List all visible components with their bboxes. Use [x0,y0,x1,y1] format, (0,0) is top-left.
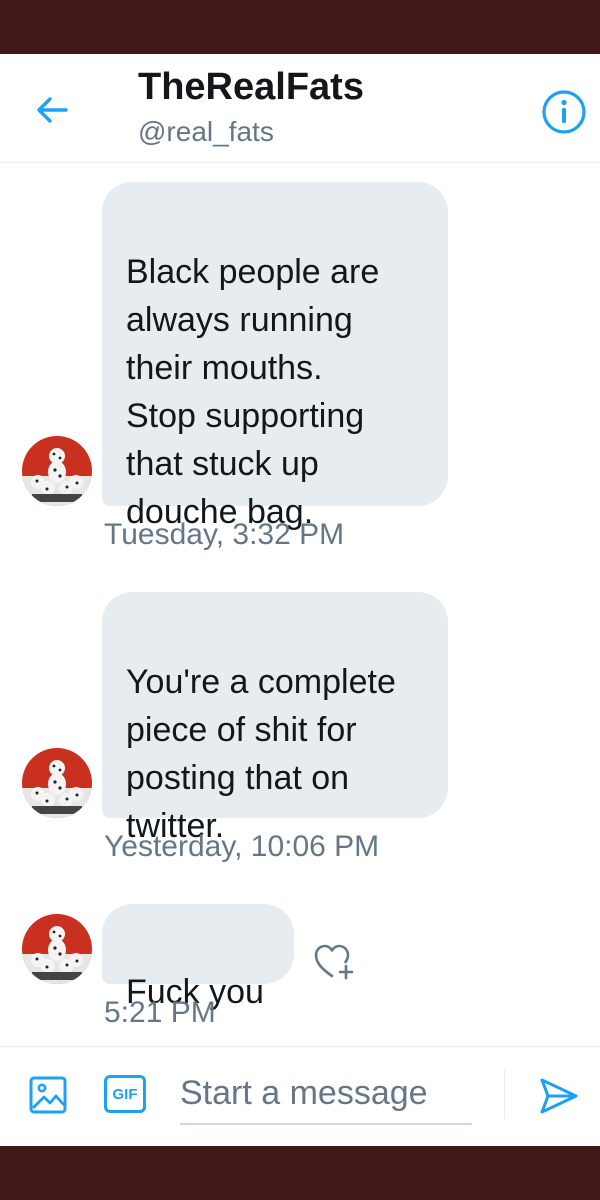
composer-divider [504,1069,505,1119]
avatar[interactable] [22,748,92,818]
dalmatian-avatar-icon [22,748,92,818]
conversation-title: TheRealFats [138,66,364,108]
heart-plus-icon [314,944,354,980]
status-frame-top [0,0,600,54]
conversation-header: TheRealFats @real_fats [0,54,600,163]
arrow-left-icon [37,97,68,123]
info-icon [542,90,586,134]
image-icon [29,1076,67,1114]
message-composer: GIF [0,1046,600,1147]
nav-frame-bottom [0,1146,600,1200]
message-timestamp: 5:21 PM [104,996,216,1029]
avatar[interactable] [22,914,92,984]
conversation-handle: @real_fats [138,116,274,147]
message-bubble[interactable]: You're a complete piece of shit for post… [102,592,448,845]
info-button[interactable] [540,88,588,136]
message-timestamp: Tuesday, 3:32 PM [104,518,345,551]
message-text: Black people are always running their mo… [126,253,380,531]
send-icon [540,1078,578,1114]
message-timestamp: Yesterday, 10:06 PM [104,830,380,863]
dalmatian-avatar-icon [22,436,92,506]
add-reaction-button[interactable] [312,942,358,982]
add-photo-button[interactable] [28,1075,68,1115]
message-bubble[interactable]: Fuck you [102,904,294,1011]
message-input[interactable] [180,1063,472,1125]
message-text: You're a complete piece of shit for post… [126,663,396,845]
avatar[interactable] [22,436,92,506]
back-button[interactable] [30,88,74,132]
send-button[interactable] [538,1075,580,1117]
message-bubble[interactable]: Black people are always running their mo… [102,182,448,531]
dalmatian-avatar-icon [22,914,92,984]
gif-button[interactable]: GIF [104,1075,146,1113]
